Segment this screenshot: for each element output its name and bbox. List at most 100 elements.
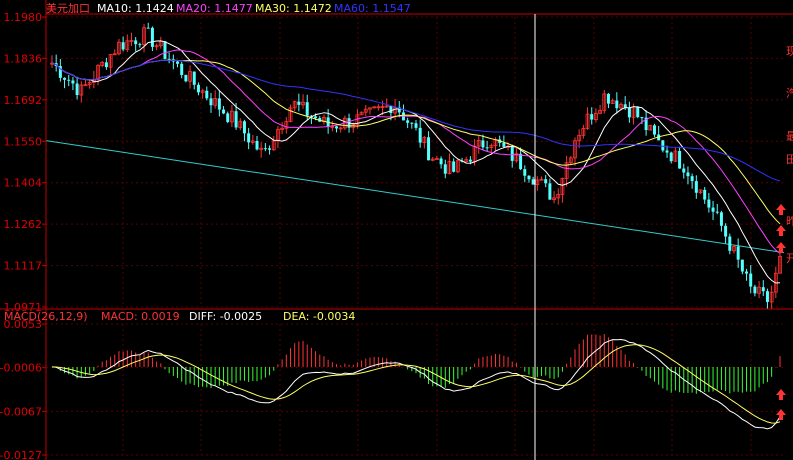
down-candle-body xyxy=(167,58,171,60)
down-candle-body xyxy=(715,211,719,213)
down-candle-body xyxy=(443,164,447,174)
ma20-label: MA20: 1.1477 xyxy=(176,2,253,15)
down-candle-body xyxy=(544,179,548,184)
down-candle-body xyxy=(150,27,154,47)
price-tick-label: 1.1117 xyxy=(4,260,43,273)
down-candle-body xyxy=(627,107,631,118)
right-glyph: 田 xyxy=(786,153,793,166)
down-candle-body xyxy=(226,113,230,122)
down-candle-body xyxy=(485,147,489,149)
down-candle-body xyxy=(297,101,301,105)
price-tick-label: 1.1692 xyxy=(4,94,43,107)
down-candle-body xyxy=(180,63,184,75)
down-candle-body xyxy=(414,123,418,128)
macd-value-label: MACD: 0.0019 xyxy=(101,310,180,323)
down-candle-body xyxy=(389,105,393,114)
down-candle-body xyxy=(707,199,711,208)
down-candle-body xyxy=(222,109,226,114)
down-candle-body xyxy=(640,117,644,119)
down-candle-body xyxy=(682,168,686,173)
down-candle-body xyxy=(669,152,673,162)
down-candle-body xyxy=(163,41,167,59)
price-tick-label: 1.1550 xyxy=(4,135,43,148)
right-glyph: 最 xyxy=(786,130,793,143)
down-candle-body xyxy=(439,158,443,165)
candle xyxy=(163,41,167,60)
down-candle-body xyxy=(531,179,535,185)
down-candle-body xyxy=(736,246,740,260)
down-candle-body xyxy=(468,159,472,162)
right-glyph: 汽 xyxy=(786,86,793,100)
down-candle-body xyxy=(410,122,414,124)
right-glyph: 现 xyxy=(786,45,793,58)
down-candle-body xyxy=(615,100,619,109)
right-glyph: 昨 xyxy=(786,215,793,228)
down-candle-body xyxy=(138,44,142,46)
price-tick-label: 1.1980 xyxy=(4,11,43,24)
down-candle-body xyxy=(67,79,71,81)
down-candle-body xyxy=(728,236,732,251)
down-candle-body xyxy=(104,62,108,68)
down-candle-body xyxy=(745,271,749,274)
down-candle-body xyxy=(75,83,79,96)
down-candle-body xyxy=(749,273,753,287)
down-candle-body xyxy=(765,291,769,302)
down-candle-body xyxy=(184,74,188,82)
price-tick-label: 1.1836 xyxy=(4,52,43,65)
down-candle-body xyxy=(661,140,665,151)
down-candle-body xyxy=(134,40,138,45)
down-candle-body xyxy=(665,150,669,153)
down-candle-body xyxy=(268,148,272,150)
macd-tick-label: -0.0067 xyxy=(0,405,42,418)
down-candle-body xyxy=(418,127,422,143)
down-candle-body xyxy=(406,120,410,123)
down-candle-body xyxy=(510,146,514,161)
ma30-label: MA30: 1.1472 xyxy=(255,2,332,15)
down-candle-body xyxy=(678,151,682,169)
down-candle-body xyxy=(146,27,150,29)
down-candle-body xyxy=(121,42,125,50)
candle xyxy=(636,106,640,119)
right-glyph: 开 xyxy=(786,252,793,265)
down-candle-body xyxy=(711,207,715,212)
price-tick-label: 1.1404 xyxy=(4,177,43,190)
down-candle-body xyxy=(548,183,552,200)
down-candle-body xyxy=(305,102,309,116)
down-candle-body xyxy=(740,259,744,272)
macd-tick-label: -0.0127 xyxy=(0,449,42,460)
down-candle-body xyxy=(234,111,238,128)
macd-tick-label: -0.0006 xyxy=(0,362,42,375)
down-candle-body xyxy=(690,176,694,182)
forex-chart[interactable]: 1.1980 1.1836 1.1692 1.1550 1.1404 1.1262 1.11… xyxy=(0,0,793,460)
symbol-label: 美元加口 xyxy=(46,2,90,15)
down-candle-body xyxy=(335,126,339,129)
down-candle-body xyxy=(209,98,213,106)
down-candle-body xyxy=(502,142,506,147)
down-candle-body xyxy=(176,61,180,64)
down-candle-body xyxy=(452,161,456,172)
down-candle-body xyxy=(652,125,656,135)
down-candle-body xyxy=(71,80,75,84)
down-candle-body xyxy=(255,140,259,150)
down-candle-body xyxy=(481,140,485,148)
down-candle-body xyxy=(527,175,531,180)
down-candle-body xyxy=(703,189,707,200)
price-tick-label: 1.1262 xyxy=(4,218,43,231)
ma10-label: MA10: 1.1424 xyxy=(97,2,174,15)
down-candle-body xyxy=(724,225,728,237)
macd-title: MACD(26,12,9) xyxy=(4,310,88,323)
down-candle-body xyxy=(523,169,527,176)
down-candle-body xyxy=(192,71,196,85)
candle xyxy=(184,74,188,83)
diff-label: DIFF: -0.0025 xyxy=(189,310,262,323)
down-candle-body xyxy=(753,286,757,294)
down-candle-body xyxy=(694,181,698,193)
down-candle-body xyxy=(761,287,765,292)
down-candle-body xyxy=(719,212,723,226)
down-candle-body xyxy=(686,172,690,177)
down-candle-body xyxy=(242,121,246,134)
down-candle-body xyxy=(205,90,209,99)
down-candle-body xyxy=(590,114,594,120)
down-candle-body xyxy=(606,93,610,104)
down-candle-body xyxy=(63,77,67,80)
